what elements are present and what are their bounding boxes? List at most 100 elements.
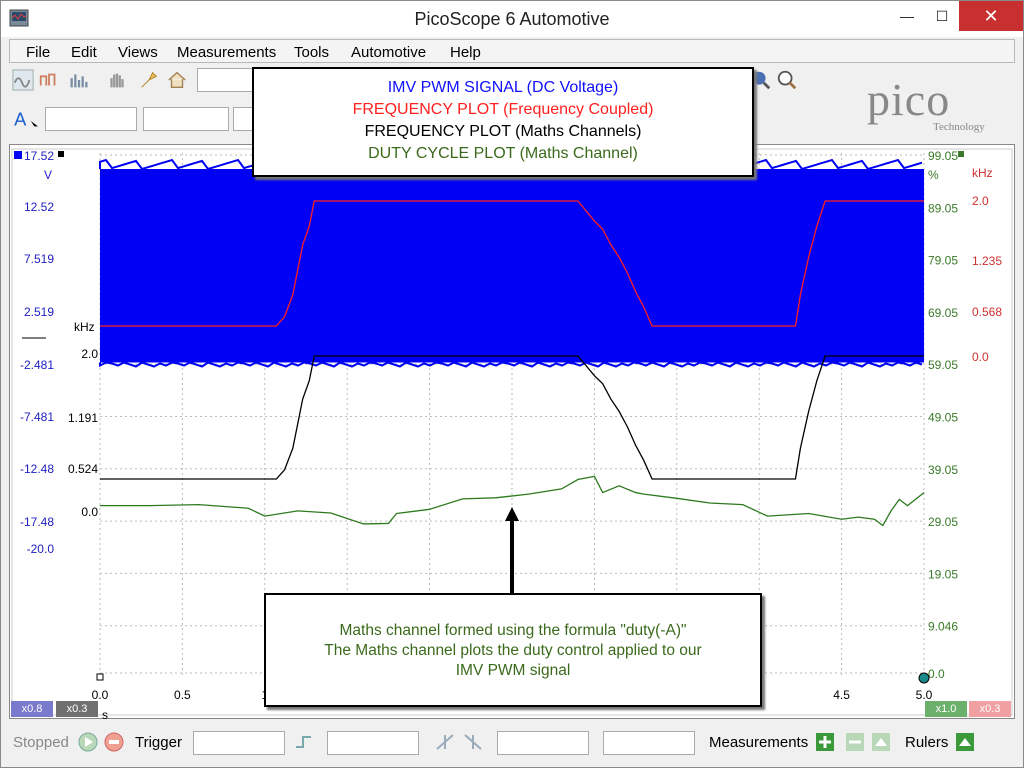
right-percent-tick: 99.05: [928, 149, 958, 163]
app-window: PicoScope 6 Automotive — ☐ ✕ File Edit V…: [0, 0, 1024, 768]
trigger-source-field[interactable]: [327, 731, 419, 755]
trigger-falling-icon[interactable]: [461, 731, 485, 753]
menu-tools[interactable]: Tools: [294, 44, 329, 61]
stop-icon[interactable]: [103, 731, 125, 753]
left-khz-tick: 0.524: [68, 462, 98, 476]
right-percent-tick: 9.046: [928, 620, 958, 634]
window-title: PicoScope 6 Automotive: [414, 9, 610, 29]
trigger-label: Trigger: [135, 734, 182, 751]
menu-bar: File Edit Views Measurements Tools Autom…: [9, 39, 1015, 63]
trigger-threshold-field[interactable]: [497, 731, 589, 755]
right-percent-tick: 0.0: [928, 667, 945, 681]
menu-views[interactable]: Views: [118, 44, 158, 61]
right-khz-tick: 1.235: [972, 254, 1002, 268]
left-volts-tick: -12.48: [20, 462, 54, 476]
x-axis-tick: 4.5: [833, 688, 850, 702]
svg-text:A: A: [14, 108, 27, 129]
ruler-handle-right: [918, 672, 930, 684]
range-field[interactable]: [45, 107, 137, 131]
left-khz-tick: 1.191: [68, 411, 98, 425]
scope-mode-icon[interactable]: [11, 68, 35, 92]
scale-button-grey[interactable]: x0.3: [56, 701, 98, 717]
right-khz-tick: 2.0: [972, 194, 989, 208]
trigger-mode-field[interactable]: [193, 731, 285, 755]
left-khz-unit: kHz: [74, 320, 95, 334]
menu-measurements[interactable]: Measurements: [177, 44, 276, 61]
left-volts-tick: -2.481: [20, 358, 54, 372]
minimize-button[interactable]: —: [891, 1, 923, 31]
right-khz-tick: 0.568: [972, 305, 1002, 319]
ruler-handle-left: [96, 673, 104, 681]
right-percent-tick: 49.05: [928, 410, 958, 424]
trace-legend: IMV PWM SIGNAL (DC Voltage) FREQUENCY PL…: [252, 67, 754, 177]
rulers-icon[interactable]: [955, 731, 975, 753]
left-volts-unit: V: [44, 168, 52, 182]
menu-edit[interactable]: Edit: [71, 44, 97, 61]
pre-trigger-field[interactable]: [603, 731, 695, 755]
legend-line-2: FREQUENCY PLOT (Frequency Coupled): [352, 101, 654, 118]
right-khz-unit: kHz: [972, 166, 993, 180]
callout-line-3: IMV PWM signal: [455, 662, 571, 679]
status-bar: Stopped Trigger Measurements Rulers: [9, 727, 1015, 759]
add-measurement-icon[interactable]: [815, 731, 835, 753]
x-axis-tick: 0.5: [174, 688, 191, 702]
right-percent-unit: %: [928, 168, 939, 182]
channel-a-marker: [14, 151, 22, 159]
left-volts-tick: 12.52: [24, 200, 54, 214]
maximize-button[interactable]: ☐: [926, 1, 958, 31]
right-percent-tick: 59.05: [928, 358, 958, 372]
home-icon[interactable]: [165, 68, 189, 92]
remove-measurement-icon[interactable]: [845, 731, 865, 753]
trigger-rising-icon[interactable]: [433, 731, 457, 753]
x-axis-unit: s: [102, 708, 108, 720]
left-khz-tick: 0.0: [81, 505, 98, 519]
pwm-signal-band: [100, 169, 924, 363]
scale-button-pink[interactable]: x0.3: [969, 701, 1011, 717]
persistence-mode-icon[interactable]: [37, 68, 61, 92]
callout-line-1: Maths channel formed using the formula "…: [339, 622, 687, 639]
left-volts-tick: -20.0: [27, 542, 55, 556]
zoom-100-icon[interactable]: [775, 68, 799, 92]
title-bar: PicoScope 6 Automotive — ☐ ✕: [1, 1, 1023, 37]
scale-button-green[interactable]: x1.0: [925, 701, 967, 717]
menu-automotive[interactable]: Automotive: [351, 44, 426, 61]
legend-line-3: FREQUENCY PLOT (Maths Channels): [364, 123, 642, 140]
right-khz-tick: 0.0: [972, 350, 989, 364]
channel-b-marker: [58, 151, 64, 157]
coupling-field[interactable]: [143, 107, 229, 131]
legend-line-4: DUTY CYCLE PLOT (Maths Channel): [368, 145, 638, 162]
timebase-field[interactable]: [197, 68, 257, 92]
x-axis-tick: 0.0: [92, 688, 109, 702]
pico-logo-subtext: Technology: [933, 121, 985, 133]
left-volts-tick: -7.481: [20, 410, 54, 424]
right-percent-tick: 69.05: [928, 306, 958, 320]
channel-a-icon[interactable]: A: [11, 107, 43, 131]
measurements-label: Measurements: [709, 734, 809, 751]
spectrum-mode-icon[interactable]: [67, 68, 91, 92]
right-percent-tick: 19.05: [928, 567, 958, 581]
left-khz-tick: 2.0: [81, 347, 98, 361]
maths-channel-marker: [958, 151, 964, 157]
menu-help[interactable]: Help: [450, 44, 481, 61]
left-volts-tick: 2.519: [24, 305, 54, 319]
stopped-label: Stopped: [13, 734, 69, 751]
edit-measurement-icon[interactable]: [871, 731, 891, 753]
scale-button-blue[interactable]: x0.8: [11, 701, 53, 717]
pwm-signal-bottom-edge: [99, 361, 923, 368]
right-percent-tick: 79.05: [928, 254, 958, 268]
callout-arrow-head: [505, 507, 519, 521]
close-button[interactable]: ✕: [959, 1, 1023, 31]
run-icon[interactable]: [77, 731, 99, 753]
coupling-dropdown[interactable]: [233, 107, 253, 131]
legend-line-1: IMV PWM SIGNAL (DC Voltage): [387, 79, 619, 96]
right-percent-tick: 89.05: [928, 201, 958, 215]
hand-tool-icon[interactable]: [105, 68, 129, 92]
pico-logo: pico: [867, 74, 951, 125]
x-axis-tick: 5.0: [916, 688, 933, 702]
left-volts-tick: 7.519: [24, 252, 54, 266]
probe-icon[interactable]: [137, 68, 161, 92]
trigger-edge-icon[interactable]: [293, 731, 317, 753]
rulers-label: Rulers: [905, 734, 949, 751]
left-volts-tick: -17.48: [20, 515, 54, 529]
menu-file[interactable]: File: [26, 44, 50, 61]
